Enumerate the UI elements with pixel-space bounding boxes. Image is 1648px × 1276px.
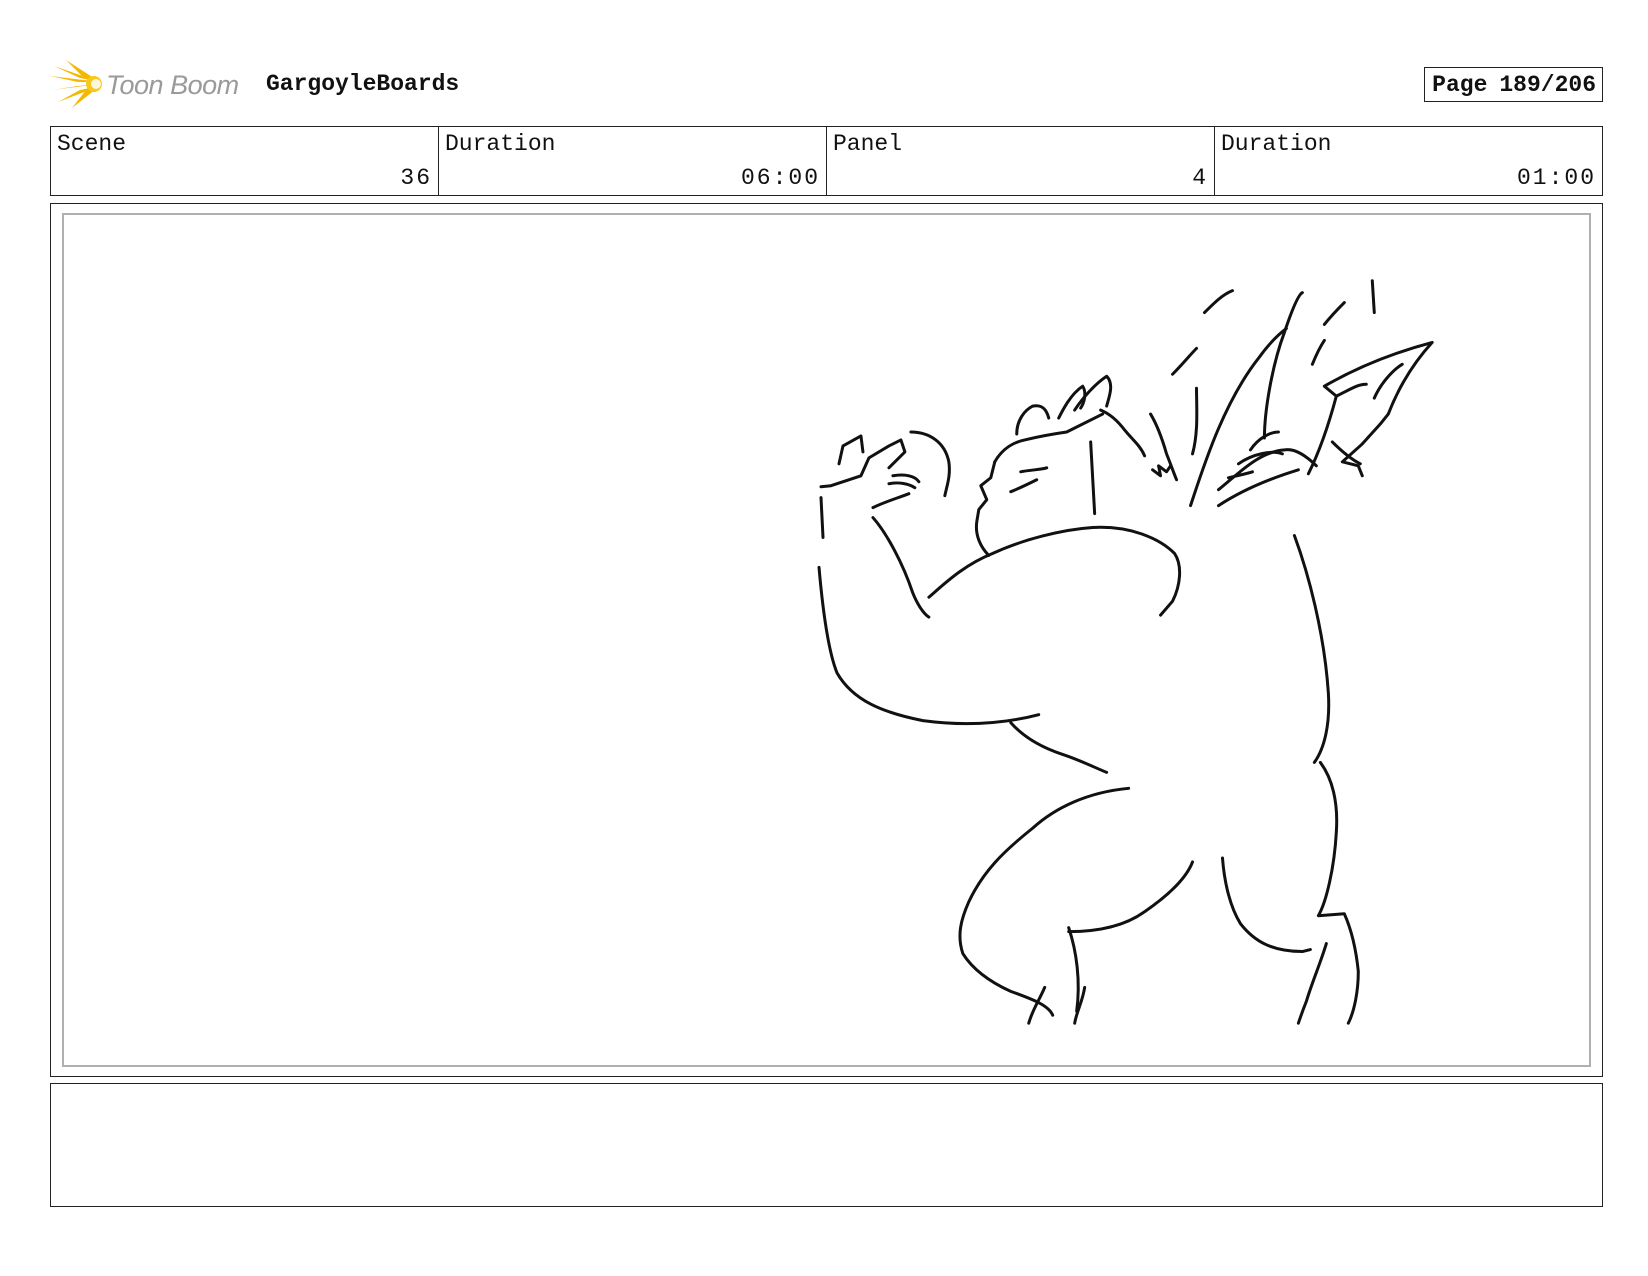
starburst-icon (50, 60, 102, 108)
project-title: GargoyleBoards (266, 71, 460, 97)
page-number: 189/206 (1499, 72, 1596, 98)
toon-boom-logo: Toon Boom (50, 60, 246, 108)
scene-value: 36 (400, 165, 432, 191)
panel-value: 4 (1192, 165, 1208, 191)
scene-duration-value: 06:00 (740, 165, 820, 191)
scene-info-table: Scene 36 Duration 06:00 Panel 4 Duration… (50, 126, 1603, 196)
scene-duration-label: Duration (445, 131, 556, 157)
panel-duration-label: Duration (1221, 131, 1332, 157)
scene-label: Scene (57, 131, 127, 157)
page-label: Page (1432, 72, 1488, 98)
page-indicator: Page 189/206 (1424, 67, 1603, 102)
panel-duration-cell: Duration 01:00 (1215, 127, 1602, 195)
panel-duration-value: 01:00 (1516, 165, 1596, 191)
gargoyle-sketch (817, 279, 1434, 1025)
scene-duration-cell: Duration 06:00 (439, 127, 827, 195)
storyboard-panel-image (62, 213, 1591, 1067)
panel-label: Panel (833, 131, 903, 157)
page-header: Toon Boom GargoyleBoards Page 189/206 (50, 52, 1603, 112)
panel-notes-box (50, 1083, 1603, 1207)
scene-cell: Scene 36 (51, 127, 439, 195)
logo-text: Toon Boom (106, 70, 239, 100)
panel-cell: Panel 4 (827, 127, 1215, 195)
storyboard-panel-frame (50, 203, 1603, 1077)
